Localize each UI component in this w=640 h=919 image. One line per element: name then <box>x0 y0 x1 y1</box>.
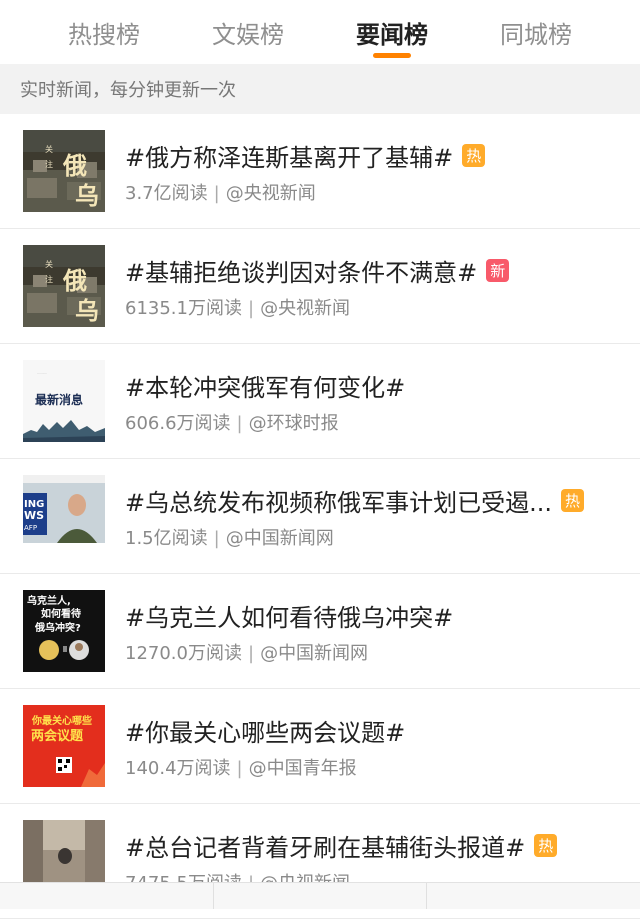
list-item[interactable]: .......... 最新消息 #本轮冲突俄军有何变化# 606.6万阅读 | @环… <box>0 344 640 459</box>
news-title: #基辅拒绝谈判因对条件不满意# <box>125 258 478 287</box>
read-count: 6135.1万阅读 <box>125 298 242 319</box>
news-title: #俄方称泽连斯基离开了基辅# <box>125 143 454 172</box>
news-title: #本轮冲突俄军有何变化# <box>125 373 406 402</box>
news-meta: 140.4万阅读 | @中国青年报 <box>125 758 357 779</box>
list-item[interactable]: 你最关心哪些 两会议题 #你最关心哪些两会议题# 140.4万阅读 | @中国青年报 <box>0 689 640 804</box>
news-meta: 6135.1万阅读 | @央视新闻 <box>125 298 351 319</box>
ranking-tabs: 热搜榜 文娱榜 要闻榜 同城榜 <box>0 0 640 64</box>
tab-label: 同城榜 <box>500 20 572 49</box>
news-title: #乌克兰人如何看待俄乌冲突# <box>125 603 454 632</box>
read-count: 140.4万阅读 <box>125 758 231 779</box>
svg-text:俄乌冲突?: 俄乌冲突? <box>34 621 81 634</box>
svg-text:乌: 乌 <box>75 181 99 210</box>
news-thumbnail: 关 注 俄 乌 <box>23 245 105 327</box>
news-source[interactable]: @中国青年报 <box>249 758 357 779</box>
read-count: 3.7亿阅读 <box>125 183 208 204</box>
svg-text:..........: .......... <box>37 371 47 375</box>
news-thumbnail: 关 注 俄 乌 <box>23 130 105 212</box>
hot-badge: 热 <box>561 488 584 512</box>
bottom-bar-segment[interactable] <box>0 883 214 909</box>
list-item[interactable]: 关 注 俄 乌 #俄方称泽连斯基离开了基辅# 热 3.7亿阅读 | @央视新闻 <box>0 114 640 229</box>
svg-text:如何看待: 如何看待 <box>41 607 81 620</box>
svg-text:注: 注 <box>45 274 53 284</box>
news-source[interactable]: @央视新闻 <box>226 183 316 204</box>
subheader-text: 实时新闻，每分钟更新一次 <box>20 80 236 101</box>
svg-text:最新消息: 最新消息 <box>35 392 83 407</box>
news-meta: 606.6万阅读 | @环球时报 <box>125 413 339 434</box>
svg-text:WS: WS <box>24 509 44 522</box>
read-count: 1.5亿阅读 <box>125 528 208 549</box>
svg-text:俄: 俄 <box>62 266 87 295</box>
svg-text:AFP: AFP <box>24 524 37 532</box>
bottom-bar-segment[interactable] <box>214 883 428 909</box>
news-source[interactable]: @中国新闻网 <box>226 528 334 549</box>
news-thumbnail: .......... 最新消息 <box>23 360 105 442</box>
list-item[interactable]: 乌克兰人, 如何看待 俄乌冲突? #乌克兰人如何看待俄乌冲突# 1270.0万阅… <box>0 574 640 689</box>
news-source[interactable]: @央视新闻 <box>260 298 350 319</box>
news-title: #总台记者背着牙刷在基辅街头报道# <box>125 833 526 862</box>
svg-text:关: 关 <box>45 144 53 154</box>
active-tab-indicator <box>373 53 411 58</box>
news-thumbnail: 你最关心哪些 两会议题 <box>23 705 105 787</box>
svg-text:乌: 乌 <box>75 296 99 325</box>
tab-entertainment[interactable]: 文娱榜 <box>176 0 320 64</box>
tab-local[interactable]: 同城榜 <box>464 0 608 64</box>
svg-text:注: 注 <box>45 159 53 169</box>
tab-label: 要闻榜 <box>356 20 428 49</box>
list-item[interactable]: ING WS AFP #乌总统发布视频称俄军事计划已受遏... 热 1.5亿阅读… <box>0 459 640 574</box>
news-list: 关 注 俄 乌 #俄方称泽连斯基离开了基辅# 热 3.7亿阅读|@央视新闻 <box>0 114 640 919</box>
news-source[interactable]: @中国新闻网 <box>260 643 368 664</box>
bottom-bar <box>0 882 640 909</box>
news-meta: 1.5亿阅读 | @中国新闻网 <box>125 528 334 549</box>
svg-text:乌克兰人,: 乌克兰人, <box>27 594 71 607</box>
hot-badge: 热 <box>534 833 558 857</box>
tab-news[interactable]: 要闻榜 <box>320 0 464 64</box>
read-count: 606.6万阅读 <box>125 413 231 434</box>
read-count: 1270.0万阅读 <box>125 643 242 664</box>
tab-hot-search[interactable]: 热搜榜 <box>32 0 176 64</box>
svg-text:两会议题: 两会议题 <box>31 728 84 744</box>
svg-text:你最关心哪些: 你最关心哪些 <box>31 714 92 727</box>
news-thumbnail: 乌克兰人, 如何看待 俄乌冲突? <box>23 590 105 672</box>
news-title: #你最关心哪些两会议题# <box>125 718 406 747</box>
news-title: #乌总统发布视频称俄军事计划已受遏... <box>125 488 552 517</box>
list-subheader: 实时新闻，每分钟更新一次 <box>0 64 640 114</box>
svg-text:俄: 俄 <box>62 151 87 180</box>
new-badge: 新 <box>486 258 510 282</box>
news-source[interactable]: @环球时报 <box>249 413 339 434</box>
tab-label: 热搜榜 <box>68 20 140 49</box>
svg-text:关: 关 <box>45 259 53 269</box>
hot-badge: 热 <box>462 143 486 167</box>
news-meta: 1270.0万阅读 | @中国新闻网 <box>125 643 369 664</box>
news-thumbnail: ING WS AFP <box>23 475 105 557</box>
news-meta: 3.7亿阅读 | @央视新闻 <box>125 183 316 204</box>
list-item[interactable]: 关 注 俄 乌 #基辅拒绝谈判因对条件不满意# 新 6135.1万阅读 | @央视新… <box>0 229 640 344</box>
tab-label: 文娱榜 <box>212 20 284 49</box>
bottom-bar-segment[interactable] <box>427 883 640 909</box>
